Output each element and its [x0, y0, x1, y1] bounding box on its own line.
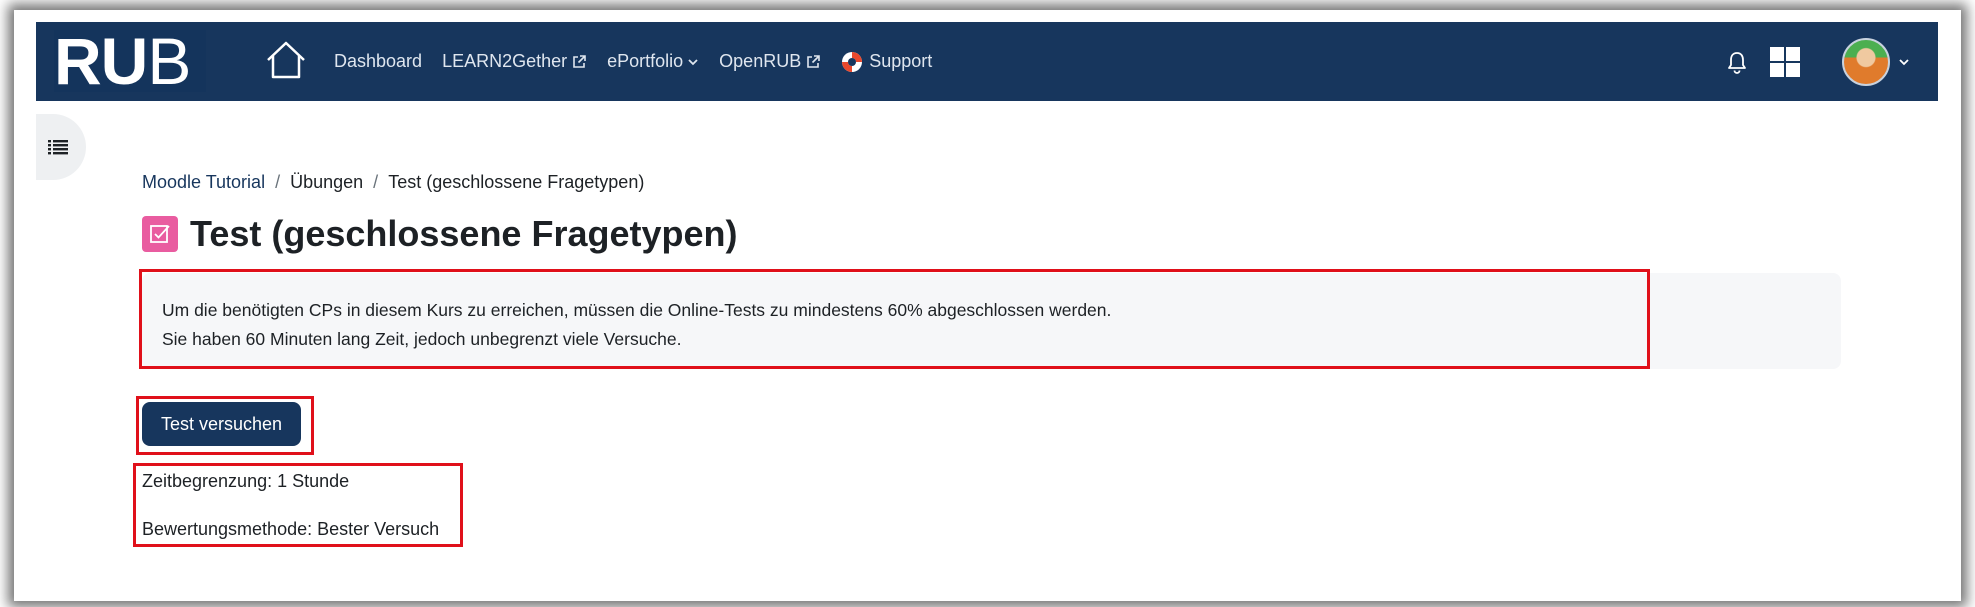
bell-icon[interactable]	[1726, 50, 1748, 74]
list-icon	[48, 140, 68, 155]
highlight-description	[139, 269, 1650, 369]
nav-openrub[interactable]: OpenRUB	[719, 51, 821, 72]
breadcrumb-section[interactable]: Übungen	[290, 172, 363, 193]
grid-icon[interactable]	[1770, 46, 1800, 77]
breadcrumb: Moodle Tutorial / Übungen / Test (geschl…	[142, 172, 644, 193]
breadcrumb-current: Test (geschlossene Fragetypen)	[388, 172, 645, 192]
course-index-toggle[interactable]	[36, 114, 86, 180]
avatar[interactable]	[1842, 37, 1890, 86]
page-header: Test (geschlossene Fragetypen)	[142, 212, 738, 256]
navbar: RUB Dashboard LEARN2Gether ePortfolio Op…	[36, 22, 1938, 101]
nav-eportfolio-label: ePortfolio	[607, 51, 684, 71]
logo-text-bold: RU	[54, 24, 148, 98]
page-title: Test (geschlossene Fragetypen)	[190, 213, 738, 254]
nav-eportfolio[interactable]: ePortfolio	[607, 51, 699, 72]
nav-dashboard-label: Dashboard	[334, 51, 423, 71]
nav-support-label: Support	[869, 51, 933, 71]
highlight-attempt-button	[136, 396, 314, 455]
nav-learn2gether[interactable]: LEARN2Gether	[442, 51, 587, 72]
breadcrumb-separator: /	[275, 172, 281, 192]
nav-learn2gether-label: LEARN2Gether	[442, 51, 568, 71]
nav-openrub-label: OpenRUB	[719, 51, 802, 71]
logo-text-light: B	[147, 24, 191, 98]
lifebuoy-icon	[842, 51, 863, 72]
breadcrumb-separator: /	[373, 172, 379, 192]
breadcrumb-course[interactable]: Moodle Tutorial	[142, 172, 265, 193]
rub-logo[interactable]: RUB	[54, 28, 206, 94]
external-link-icon	[807, 54, 821, 68]
home-icon[interactable]	[264, 38, 308, 82]
nav-support[interactable]: Support	[841, 51, 932, 73]
highlight-quiz-info	[133, 463, 463, 547]
user-navigation	[1726, 22, 1910, 101]
chevron-down-icon	[688, 58, 698, 65]
quiz-icon	[142, 216, 178, 252]
external-link-icon	[573, 54, 586, 68]
primary-navigation: Dashboard LEARN2Gether ePortfolio OpenRU…	[334, 22, 952, 101]
chevron-down-icon[interactable]	[1898, 56, 1910, 68]
nav-dashboard[interactable]: Dashboard	[334, 51, 422, 72]
